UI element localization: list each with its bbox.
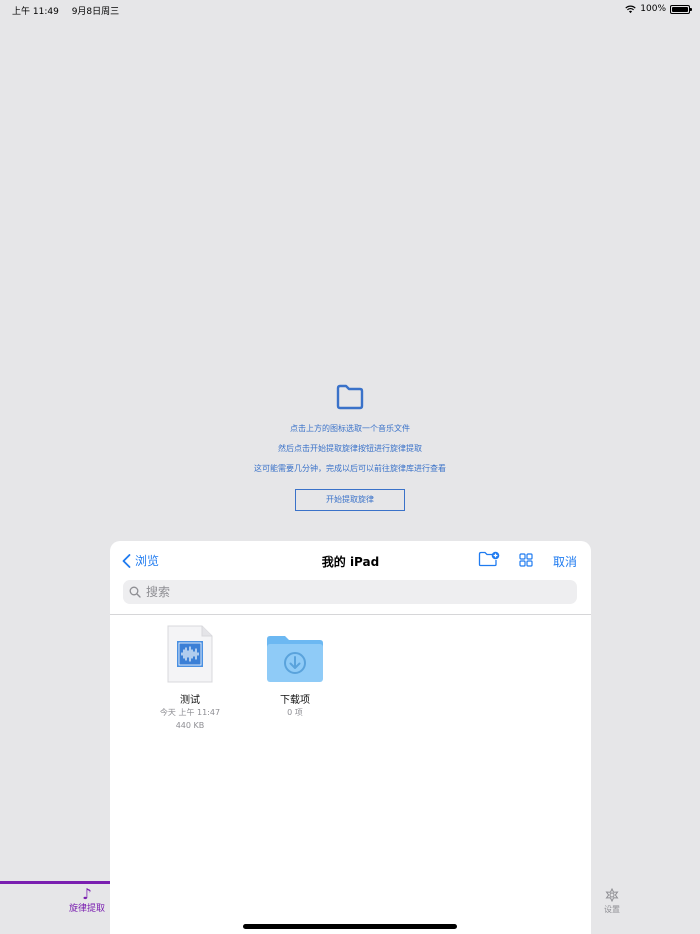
cancel-button[interactable]: 取消	[553, 553, 577, 570]
active-tab-indicator	[0, 881, 110, 884]
instruction-line-3: 这可能需要几分钟，完成以后可以前往旋律库进行查看	[254, 464, 446, 473]
battery-icon	[670, 4, 692, 14]
instruction-line-2: 然后点击开始提取旋律按钮进行旋律提取	[278, 444, 422, 453]
status-time: 上午 11:49	[12, 7, 59, 17]
file-size: 440 KB	[175, 721, 205, 730]
file-item-test[interactable]: 测试 今天 上午 11:47 440 KB	[155, 625, 225, 732]
folder-name: 下载项	[280, 695, 310, 706]
search-input[interactable]	[146, 585, 546, 599]
search-icon	[129, 586, 141, 598]
file-date: 今天 上午 11:47	[159, 708, 221, 717]
battery-level-fill	[672, 6, 688, 12]
tab-melody-extract[interactable]: ♪ 旋律提取	[62, 885, 112, 915]
battery-percent: 100%	[640, 4, 666, 14]
picker-header: 浏览 我的 iPad 取消	[110, 541, 591, 615]
audio-file-icon	[167, 625, 213, 683]
status-right: 100%	[625, 4, 692, 14]
folder-icon[interactable]	[335, 384, 365, 414]
wifi-icon	[625, 5, 636, 13]
new-folder-icon[interactable]	[478, 551, 500, 571]
home-indicator[interactable]	[243, 924, 457, 929]
status-bar: 上午 11:49 9月8日周三 100%	[0, 0, 700, 18]
search-box[interactable]	[123, 580, 577, 604]
music-note-icon: ♪	[82, 885, 92, 903]
folder-item-downloads[interactable]: 下载项 0 项	[260, 635, 330, 719]
grid-view-icon[interactable]	[519, 552, 533, 571]
status-date: 9月8日周三	[71, 7, 120, 17]
tab-settings-label: 设置	[604, 905, 620, 914]
download-folder-icon	[267, 636, 323, 682]
tab-melody-label: 旋律提取	[68, 904, 105, 914]
status-left: 上午 11:49 9月8日周三	[12, 4, 129, 17]
folder-count: 0 项	[287, 708, 303, 717]
file-picker-sheet: 浏览 我的 iPad 取消 搜索 测试 今天 上午 11:47 440 KB 下…	[110, 541, 591, 934]
settings-flower-icon	[605, 887, 619, 903]
tab-settings[interactable]: 设置	[595, 887, 629, 915]
file-name: 测试	[180, 695, 200, 706]
start-extract-button[interactable]: 开始提取旋律	[295, 489, 405, 511]
instruction-line-1: 点击上方的图标选取一个音乐文件	[290, 424, 410, 433]
extract-instructions: 点击上方的图标选取一个音乐文件 然后点击开始提取旋律按钮进行旋律提取 这可能需要…	[0, 384, 700, 511]
